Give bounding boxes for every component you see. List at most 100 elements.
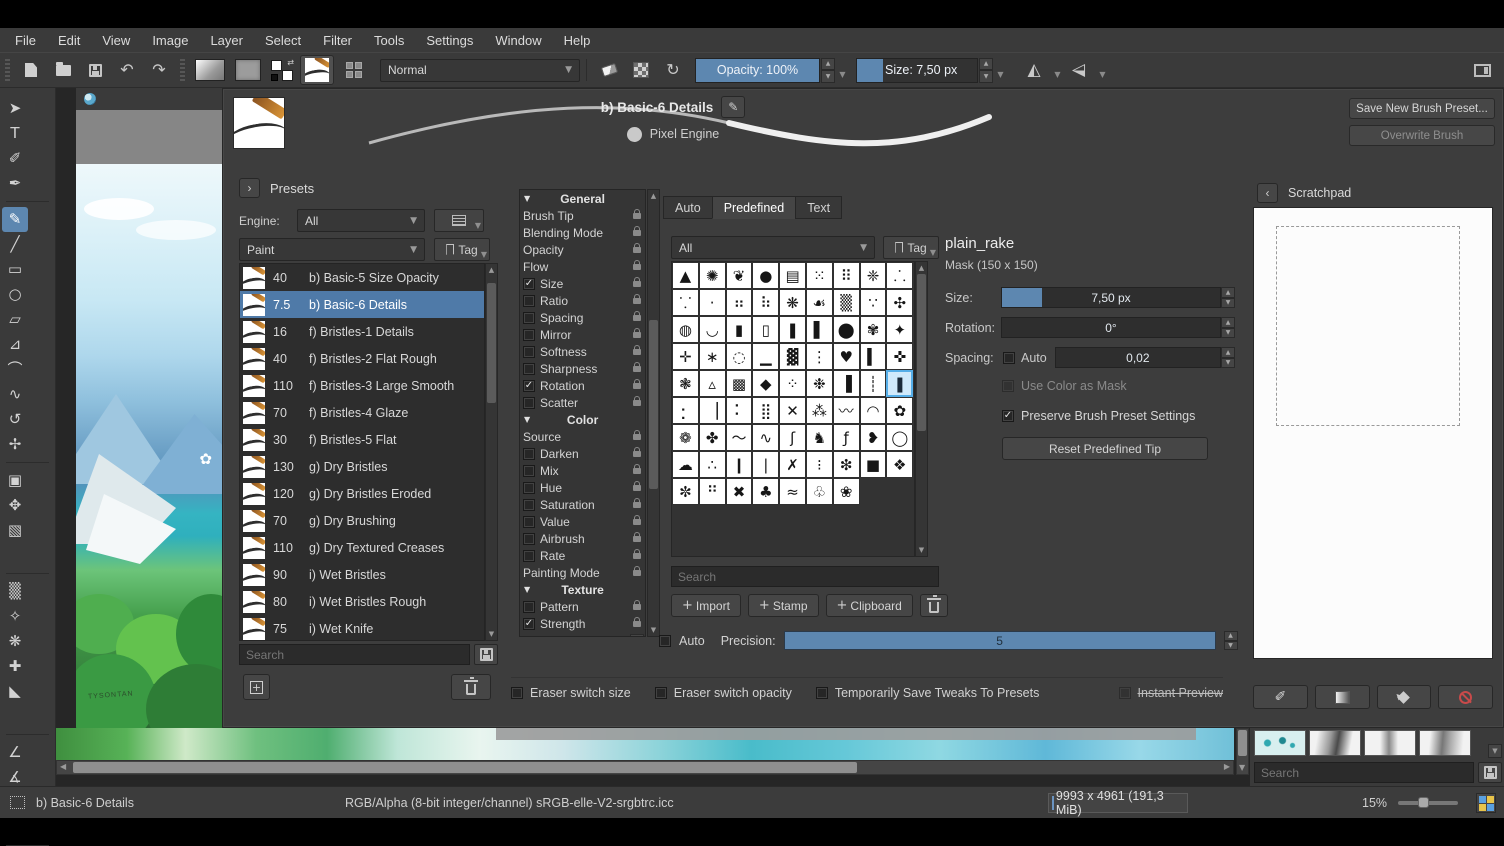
brush-tip-tile[interactable]: ❘	[752, 451, 779, 478]
option-checkbox[interactable]	[523, 533, 535, 545]
brush-tip-tile[interactable]: ⠛	[699, 478, 726, 505]
canvas-view[interactable]: ✿ TYSONTAN	[76, 88, 222, 728]
brush-tip-tile[interactable]: ∵	[860, 289, 887, 316]
tag-filter-combobox[interactable]: Paint▼	[239, 238, 425, 261]
preset-row[interactable]: 90i) Wet Bristles	[240, 561, 484, 588]
select-shapes-tool[interactable]: ➤	[2, 96, 28, 121]
brush-tip-tile[interactable]: ▌	[806, 316, 833, 343]
brush-tip-tile[interactable]: ⁙	[806, 262, 833, 289]
size-options-dropdown[interactable]: ▼	[995, 58, 1006, 83]
preset-row[interactable]: 70g) Dry Brushing	[240, 507, 484, 534]
freehand-path-tool[interactable]: ∿	[2, 382, 28, 407]
brush-tip-tile[interactable]: ʃ	[779, 424, 806, 451]
brush-tip-tile[interactable]: ✖	[726, 478, 753, 505]
brush-option-spacing[interactable]: Spacing	[520, 309, 645, 326]
brush-tip-tile[interactable]: ▐	[833, 370, 860, 397]
tip-spacing-slider[interactable]: 0,02	[1055, 347, 1221, 368]
option-section-masked-brush[interactable]: ▼Masked Brush▼	[520, 632, 645, 637]
brush-tip-tile[interactable]: ⣿	[752, 397, 779, 424]
show-brush-editor-panel-button[interactable]	[1468, 57, 1496, 83]
brush-tip-tile[interactable]: ♧	[806, 478, 833, 505]
image-dimensions-field[interactable]: 9993 x 4961 (191,3 MiB)	[1048, 793, 1188, 813]
brush-tip-tile[interactable]: ▒	[833, 289, 860, 316]
text-tool[interactable]: T	[2, 121, 28, 146]
brush-tip-tile[interactable]: ❦	[726, 262, 753, 289]
mirror-horizontal-button[interactable]: ◭	[1020, 57, 1048, 83]
brush-tip-tile[interactable]: ⠷	[752, 289, 779, 316]
option-checkbox[interactable]	[523, 465, 535, 477]
option-checkbox[interactable]	[523, 278, 535, 290]
preset-row[interactable]: 30f) Bristles-5 Flat	[240, 426, 484, 453]
eraser-mode-button[interactable]	[595, 57, 623, 83]
open-document-button[interactable]	[49, 57, 77, 83]
brush-option-opacity[interactable]: Opacity	[520, 241, 645, 258]
blending-mode-combobox[interactable]: Normal▼	[380, 59, 580, 82]
brush-option-airbrush[interactable]: Airbrush	[520, 530, 645, 547]
brush-tip-tile[interactable]: ◠	[860, 397, 887, 424]
pixel-grid-button[interactable]	[1476, 793, 1496, 813]
tip-size-spinbox[interactable]: ▲▼	[1221, 287, 1235, 308]
brush-tip-tile[interactable]: ❁	[672, 424, 699, 451]
brush-option-mirror[interactable]: Mirror	[520, 326, 645, 343]
menu-select[interactable]: Select	[254, 33, 312, 48]
use-color-as-mask-checkbox[interactable]	[1002, 380, 1014, 392]
menu-help[interactable]: Help	[553, 33, 602, 48]
brush-tip-tile[interactable]: 〰	[833, 397, 860, 424]
brush-tip-tile[interactable]: ◆	[752, 370, 779, 397]
option-section-texture[interactable]: ▼Texture	[520, 581, 645, 598]
brush-option-pattern[interactable]: Pattern	[520, 598, 645, 615]
menu-tools[interactable]: Tools	[363, 33, 415, 48]
color-sampler-tool[interactable]: ✧	[2, 604, 28, 629]
brush-tip-tile[interactable]: ∴	[699, 451, 726, 478]
preset-row[interactable]: 70f) Bristles-4 Glaze	[240, 399, 484, 426]
preset-view-mode-button[interactable]: ▼	[434, 209, 484, 232]
brush-tip-tile[interactable]: ♥	[833, 343, 860, 370]
assistants-tool[interactable]: ∠	[2, 740, 28, 765]
tip-size-slider[interactable]: 7,50 px	[1001, 287, 1221, 308]
scratchpad-paint-button[interactable]: ✐	[1253, 685, 1308, 709]
brush-tip-tile[interactable]: ◍	[672, 316, 699, 343]
polyline-tool[interactable]: ⊿	[2, 332, 28, 357]
option-section-general[interactable]: ▼General	[520, 190, 645, 207]
opacity-options-dropdown[interactable]: ▼	[837, 58, 848, 83]
brush-tip-tile[interactable]: ▵	[699, 370, 726, 397]
precision-slider[interactable]: 5	[784, 631, 1216, 650]
dynamic-brush-tool[interactable]: ↺	[2, 407, 28, 432]
brush-tip-tile[interactable]: 〜	[726, 424, 753, 451]
option-checkbox[interactable]	[523, 295, 535, 307]
brush-tip-tile[interactable]: ♞	[806, 424, 833, 451]
tip-spacing-spinbox[interactable]: ▲▼	[1221, 347, 1235, 368]
brush-tip-tile[interactable]: ▍	[860, 343, 887, 370]
presets-expander-button[interactable]: ›	[239, 178, 260, 198]
scroll-right-icon[interactable]: ▶	[1224, 762, 1230, 771]
brush-tip-tile[interactable]: ⸪	[672, 289, 699, 316]
workspace-chooser-button[interactable]	[338, 57, 370, 83]
option-checkbox[interactable]	[523, 329, 535, 341]
brush-tip-tile[interactable]: ✤	[699, 424, 726, 451]
brush-tip-tile[interactable]: ⠅	[726, 397, 753, 424]
footer-checkbox[interactable]	[816, 687, 828, 699]
menu-image[interactable]: Image	[141, 33, 199, 48]
preset-row[interactable]: 120g) Dry Bristles Eroded	[240, 480, 484, 507]
menu-layer[interactable]: Layer	[199, 33, 254, 48]
scratchpad-canvas[interactable]	[1253, 207, 1493, 659]
tab-predefined[interactable]: Predefined	[712, 196, 796, 219]
canvas-horizontal-scrollbar[interactable]: ◀ ▶	[56, 760, 1234, 775]
preset-row[interactable]: 110g) Dry Textured Creases	[240, 534, 484, 561]
brush-tip-tile[interactable]: ∿	[752, 424, 779, 451]
mirror-horizontal-dropdown[interactable]: ▼	[1052, 58, 1063, 83]
brush-tip-tile[interactable]: ✺	[699, 262, 726, 289]
calligraphy-tool[interactable]: ✒	[2, 171, 28, 196]
brush-option-mix[interactable]: Mix	[520, 462, 645, 479]
menu-file[interactable]: File	[4, 33, 47, 48]
smart-patch-tool[interactable]: ✚	[2, 654, 28, 679]
brush-tip-tile[interactable]: ⁂	[806, 397, 833, 424]
brush-tip-tile[interactable]: ❥	[860, 424, 887, 451]
docker-scroll-down-button[interactable]: ▼	[1488, 744, 1502, 758]
precision-spinbox[interactable]: ▲▼	[1224, 631, 1238, 650]
save-document-button[interactable]	[81, 57, 109, 83]
brush-tip-tile[interactable]: ✣	[886, 289, 913, 316]
mirror-vertical-dropdown[interactable]: ▼	[1097, 58, 1108, 83]
brush-tip-tile[interactable]: ✜	[886, 343, 913, 370]
brush-option-source[interactable]: Source	[520, 428, 645, 445]
